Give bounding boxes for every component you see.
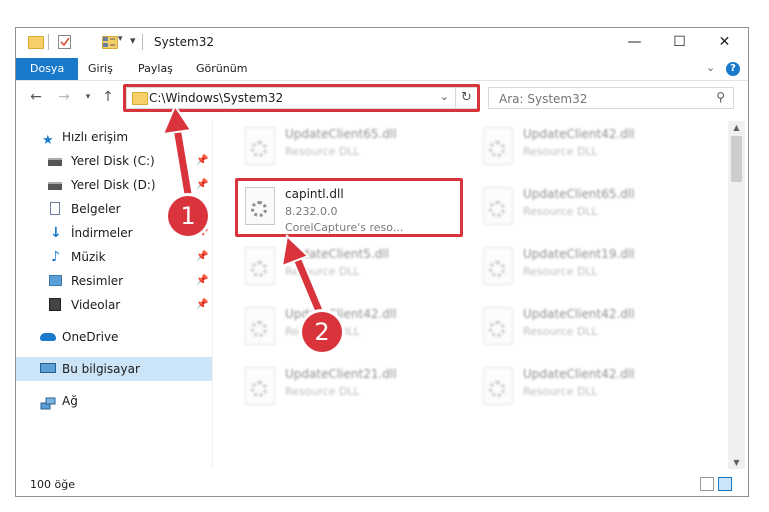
annotation-arrows — [161, 103, 328, 324]
step-2-badge: 2 — [302, 312, 342, 352]
step-1-badge: 1 — [168, 196, 208, 236]
